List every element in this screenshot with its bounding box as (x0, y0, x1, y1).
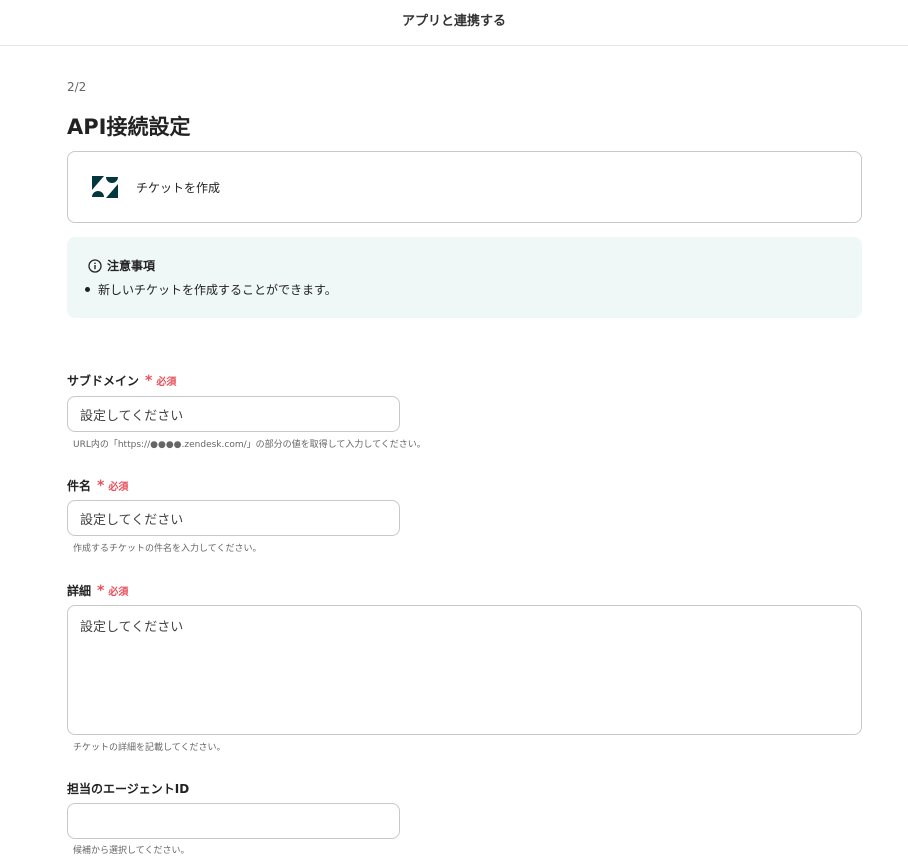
action-label: チケットを作成 (136, 180, 221, 195)
required-asterisk-icon: * (97, 477, 105, 494)
subject-hint: 作成するチケットの件名を入力してください。 (73, 544, 262, 554)
description-hint: チケットの詳細を記載してください。 (73, 743, 226, 753)
field-label-text: 担当のエージェントID (67, 782, 190, 796)
field-label-agent-id: 担当のエージェントID (67, 780, 189, 797)
required-badge: 必須 (156, 377, 177, 388)
field-label-text: 件名 (67, 479, 92, 493)
subject-input[interactable]: 設定してください (67, 500, 400, 536)
bullet (85, 287, 90, 292)
header-title: アプリと連携する (401, 14, 506, 29)
action-card[interactable]: チケットを作成 (67, 151, 862, 223)
info-icon (88, 258, 102, 273)
zendesk-logo-icon (92, 176, 118, 198)
required-asterisk-icon: * (145, 372, 153, 389)
field-label-text: 詳細 (67, 584, 92, 598)
subdomain-hint: URL内の「https://●●●●.zendesk.com/」の部分の値を取得… (73, 440, 426, 450)
description-textarea[interactable]: 設定してください (67, 605, 862, 735)
required-asterisk-icon: * (97, 582, 105, 599)
subdomain-input-placeholder: 設定してください (80, 408, 184, 424)
page-title: API接続設定 (67, 115, 191, 139)
subdomain-input[interactable]: 設定してください (67, 396, 400, 432)
header-bar: アプリと連携する (0, 0, 908, 46)
notice-title: 注意事項 (107, 259, 156, 273)
subject-input-placeholder: 設定してください (80, 512, 184, 528)
field-label-subdomain: サブドメイン * 必須 (67, 372, 176, 389)
required-badge: 必須 (108, 482, 129, 493)
notice-item-text: 新しいチケットを作成することができます。 (98, 283, 337, 297)
field-label-subject: 件名 * 必須 (67, 477, 128, 494)
field-label-text: サブドメイン (67, 374, 140, 388)
agent-id-input[interactable] (67, 803, 400, 839)
step-indicator: 2/2 (67, 80, 87, 94)
notice-list-item: 新しいチケットを作成することができます。 (85, 281, 337, 298)
description-textarea-placeholder: 設定してください (80, 620, 184, 635)
field-label-description: 詳細 * 必須 (67, 582, 128, 599)
required-badge: 必須 (108, 587, 129, 598)
notice-box: 注意事項 新しいチケットを作成することができます。 (67, 237, 862, 318)
